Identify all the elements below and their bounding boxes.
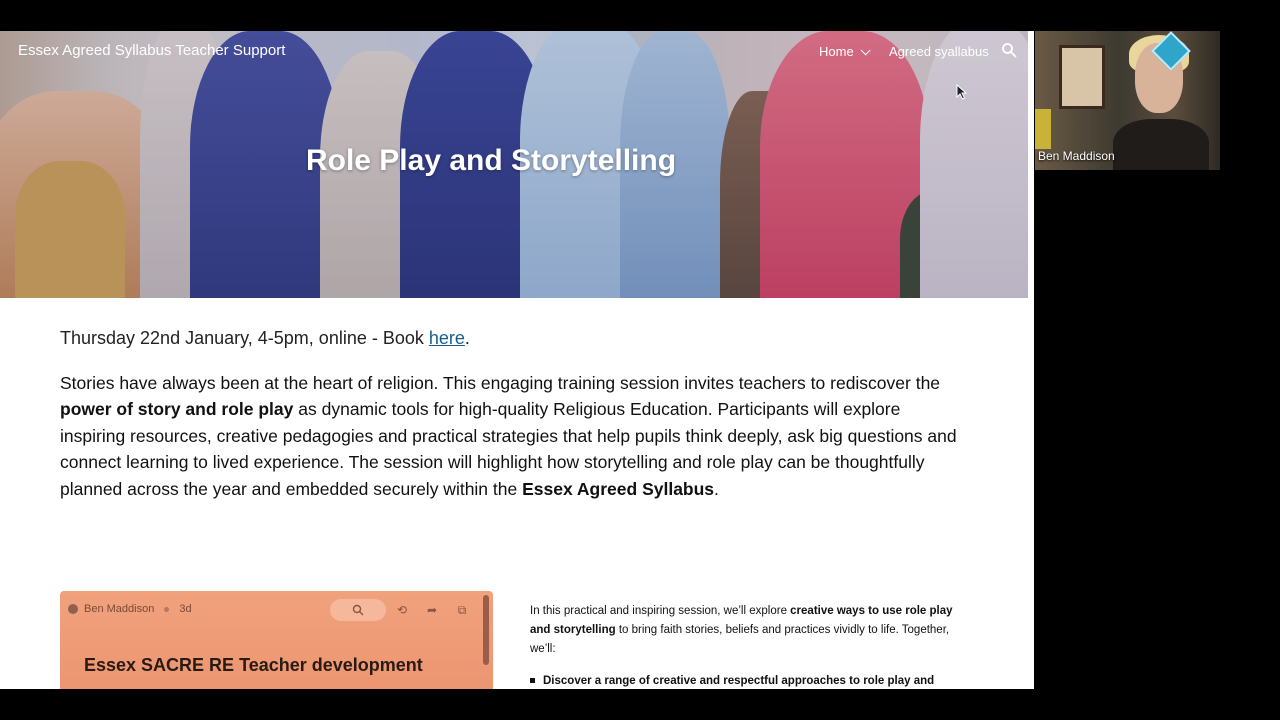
loop-icon[interactable]: ⟲ [395, 603, 409, 617]
avatar [68, 604, 78, 614]
intro-text: . [714, 478, 719, 499]
card-scrollbar[interactable] [483, 595, 489, 665]
event-date-text: Thursday 22nd January, 4-5pm, online - B… [60, 328, 429, 348]
share-icon[interactable]: ➦ [425, 603, 439, 617]
nav-home-label: Home [819, 44, 854, 59]
participant-body [1113, 119, 1209, 170]
event-date-period: . [464, 328, 470, 348]
participant-video-tile[interactable]: Ben Maddison [1035, 31, 1220, 170]
list-item-text: Discover a range of creative and respect… [543, 675, 935, 687]
event-date-line: Thursday 22nd January, 4-5pm, online - B… [60, 328, 470, 349]
intro-bold-syllabus: Essex Agreed Syllabus [522, 478, 715, 499]
open-external-icon[interactable]: ⧉ [455, 603, 469, 617]
lamp [1035, 109, 1051, 149]
card-title: Essex SACRE RE Teacher development [84, 655, 423, 675]
card-post-age: 3d [179, 603, 192, 615]
hero-banner: Essex Agreed Syllabus Teacher Support Ho… [0, 31, 1028, 298]
site-brand-link[interactable]: Essex Agreed Syllabus Teacher Support [18, 42, 285, 59]
search-icon[interactable] [1001, 42, 1017, 58]
dot-separator [164, 606, 170, 612]
participant-name: Ben Maddison [1038, 149, 1115, 163]
chevron-down-icon [860, 45, 871, 56]
wall-picture [1059, 45, 1105, 109]
book-here-link[interactable]: here [429, 328, 465, 348]
embedded-video-card[interactable]: Ben Maddison 3d ⟲ ➦ ⧉ Essex SACRE RE Tea… [60, 591, 493, 689]
intro-bold-text: power of story and role play [60, 399, 294, 420]
mouse-cursor-icon [956, 84, 968, 100]
website-viewport: Essex Agreed Syllabus Teacher Support Ho… [0, 31, 1034, 689]
side-text: In this practical and inspiring session,… [530, 605, 791, 617]
card-search-button[interactable] [330, 599, 386, 621]
page-title: Role Play and Storytelling [305, 144, 677, 177]
side-paragraph: In this practical and inspiring session,… [530, 602, 960, 659]
top-navigation: Essex Agreed Syllabus Teacher Support Ho… [0, 31, 1028, 71]
intro-text: Stories have always been at the heart of… [60, 373, 941, 393]
intro-paragraph: Stories have always been at the heart of… [60, 370, 960, 502]
card-author-name: Ben Maddison [84, 603, 155, 615]
card-author: Ben Maddison 3d [68, 603, 192, 615]
search-icon [352, 604, 364, 616]
nav-home-dropdown[interactable]: Home [819, 44, 871, 59]
nav-agreed-syllabus[interactable]: Agreed syallabus [889, 44, 989, 59]
list-item: Discover a range of creative and respect… [530, 675, 934, 687]
